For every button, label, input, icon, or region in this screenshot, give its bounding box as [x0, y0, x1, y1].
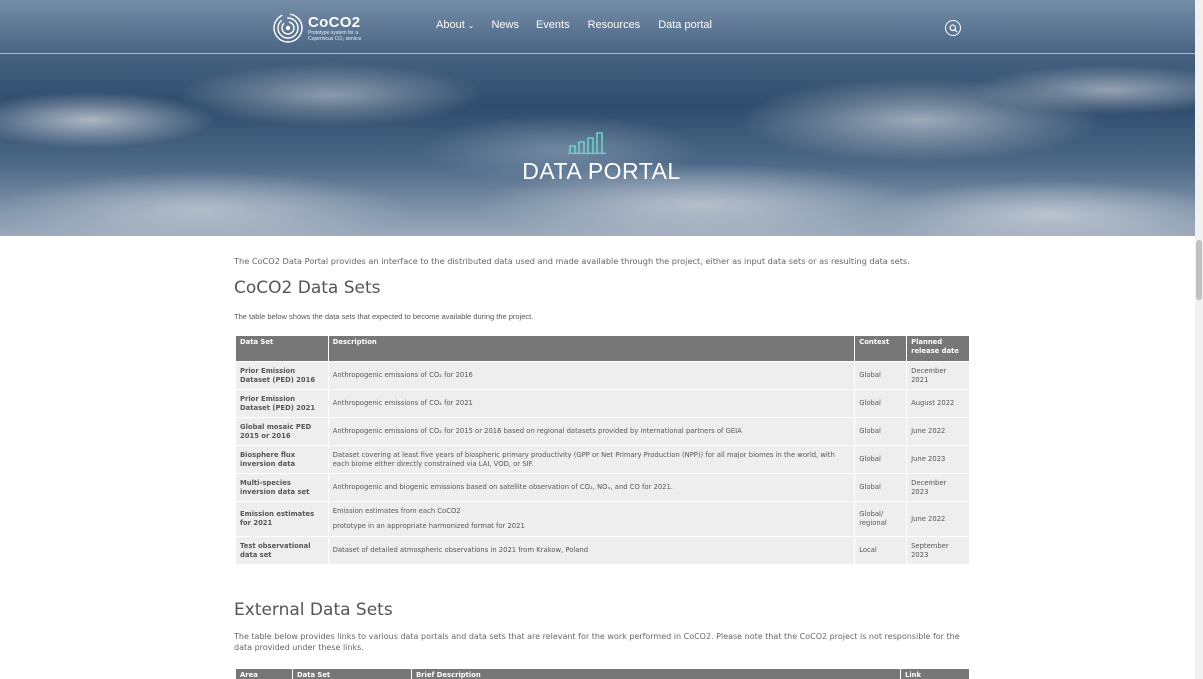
- data-set-name: Test observational data set: [236, 537, 328, 564]
- external-data-sets-subtitle: The table below provides links to variou…: [234, 632, 960, 652]
- site-logo[interactable]: CoCO2 Prototype system for a Copernicus …: [272, 11, 378, 45]
- data-set-description: Anthropogenic emissions of CO₂ for 2021: [328, 390, 855, 417]
- data-set-release-date: June 2022: [907, 418, 969, 445]
- logo-text: CoCO2 Prototype system for a Copernicus …: [308, 15, 378, 42]
- data-set-description: Dataset of detailed atmospheric observat…: [328, 537, 855, 564]
- description-line: Emission estimates from each CoCO2: [332, 507, 461, 515]
- data-set-release-date: December 2023: [907, 474, 969, 501]
- data-set-description: Emission estimates from each CoCO2 proto…: [328, 502, 855, 536]
- hero-banner: CoCO2 Prototype system for a Copernicus …: [0, 0, 1203, 236]
- data-set-description: Dataset covering at least five years of …: [328, 446, 855, 473]
- data-set-description: Anthropogenic emissions of CO₂ for 2015 …: [328, 418, 855, 445]
- table-header-row: Area Data Set Brief Description Link: [236, 669, 969, 679]
- data-set-context: Local: [855, 537, 907, 564]
- column-header: Link: [901, 669, 969, 679]
- column-header: Description: [328, 336, 855, 361]
- column-header: Brief Description: [412, 669, 900, 679]
- search-icon: [948, 23, 958, 33]
- table-row: Prior Emission Dataset (PED) 2016 Anthro…: [236, 362, 969, 389]
- column-header: Planned release date: [907, 336, 969, 361]
- external-data-sets-heading: External Data Sets: [234, 600, 393, 620]
- data-set-name: Prior Emission Dataset (PED) 2021: [236, 390, 328, 417]
- data-set-release-date: December 2021: [907, 362, 969, 389]
- data-set-name: Prior Emission Dataset (PED) 2016: [236, 362, 328, 389]
- external-data-sets-table: Area Data Set Brief Description Link: [235, 668, 970, 679]
- table-row: Prior Emission Dataset (PED) 2021 Anthro…: [236, 390, 969, 417]
- search-button[interactable]: [945, 20, 961, 36]
- data-set-context: Global: [855, 446, 907, 473]
- table-row: Test observational data set Dataset of d…: [236, 537, 969, 564]
- data-set-context: Global: [855, 390, 907, 417]
- description-line: prototype in an appropriate harmonized f…: [332, 522, 525, 530]
- column-header: Data Set: [236, 336, 328, 361]
- data-set-release-date: August 2022: [907, 390, 969, 417]
- top-navbar: CoCO2 Prototype system for a Copernicus …: [0, 0, 1203, 54]
- table-row: Multi-species inversion data set Anthrop…: [236, 474, 969, 501]
- logo-title: CoCO2: [308, 13, 361, 31]
- data-set-release-date: June 2023: [907, 446, 969, 473]
- nav-item-events[interactable]: Events: [536, 19, 570, 31]
- nav-item-news[interactable]: News: [491, 19, 519, 31]
- page-title: DATA PORTAL: [522, 158, 681, 184]
- data-set-context: Global: [855, 362, 907, 389]
- coco2-data-sets-table: Data Set Description Context Planned rel…: [235, 335, 970, 565]
- data-set-context: Global: [855, 418, 907, 445]
- data-set-context: Global/ regional: [855, 502, 907, 536]
- data-set-name: Emission estimates for 2021: [236, 502, 328, 536]
- coco2-data-sets-subtitle: The table below shows the data sets that…: [234, 312, 534, 321]
- logo-swirl-icon: [273, 13, 303, 43]
- column-header: Context: [855, 336, 907, 361]
- page-scrollbar[interactable]: [1195, 0, 1203, 679]
- nav-item-label: About: [436, 19, 465, 31]
- main-nav: About ⌄ News Events Resources Data portal: [436, 19, 712, 31]
- nav-item-resources[interactable]: Resources: [588, 19, 641, 31]
- nav-item-data-portal[interactable]: Data portal: [658, 19, 712, 31]
- chevron-down-icon: ⌄: [467, 21, 475, 30]
- data-set-release-date: September 2023: [907, 537, 969, 564]
- table-row: Global mosaic PED 2015 or 2016 Anthropog…: [236, 418, 969, 445]
- table-row: Biosphere flux inversion data Dataset co…: [236, 446, 969, 473]
- data-set-description: Anthropogenic emissions of CO₂ for 2016: [328, 362, 855, 389]
- intro-text: The CoCO2 Data Portal provides an interf…: [234, 256, 910, 266]
- data-set-description: Anthropogenic and biogenic emissions bas…: [328, 474, 855, 501]
- table-row: Emission estimates for 2021 Emission est…: [236, 502, 969, 536]
- column-header: Data Set: [293, 669, 411, 679]
- bar-chart-icon: [568, 132, 606, 154]
- data-set-name: Global mosaic PED 2015 or 2016: [236, 418, 328, 445]
- coco2-data-sets-heading: CoCO2 Data Sets: [234, 278, 381, 298]
- data-set-name: Biosphere flux inversion data: [236, 446, 328, 473]
- logo-subtitle: Prototype system for a Copernicus CO₂ se…: [308, 29, 362, 42]
- column-header: Area: [236, 669, 292, 679]
- data-set-name: Multi-species inversion data set: [236, 474, 328, 501]
- data-set-release-date: June 2022: [907, 502, 969, 536]
- scrollbar-thumb[interactable]: [1196, 240, 1202, 300]
- table-header-row: Data Set Description Context Planned rel…: [236, 336, 969, 361]
- nav-item-about[interactable]: About ⌄: [436, 19, 474, 31]
- data-set-context: Global: [855, 474, 907, 501]
